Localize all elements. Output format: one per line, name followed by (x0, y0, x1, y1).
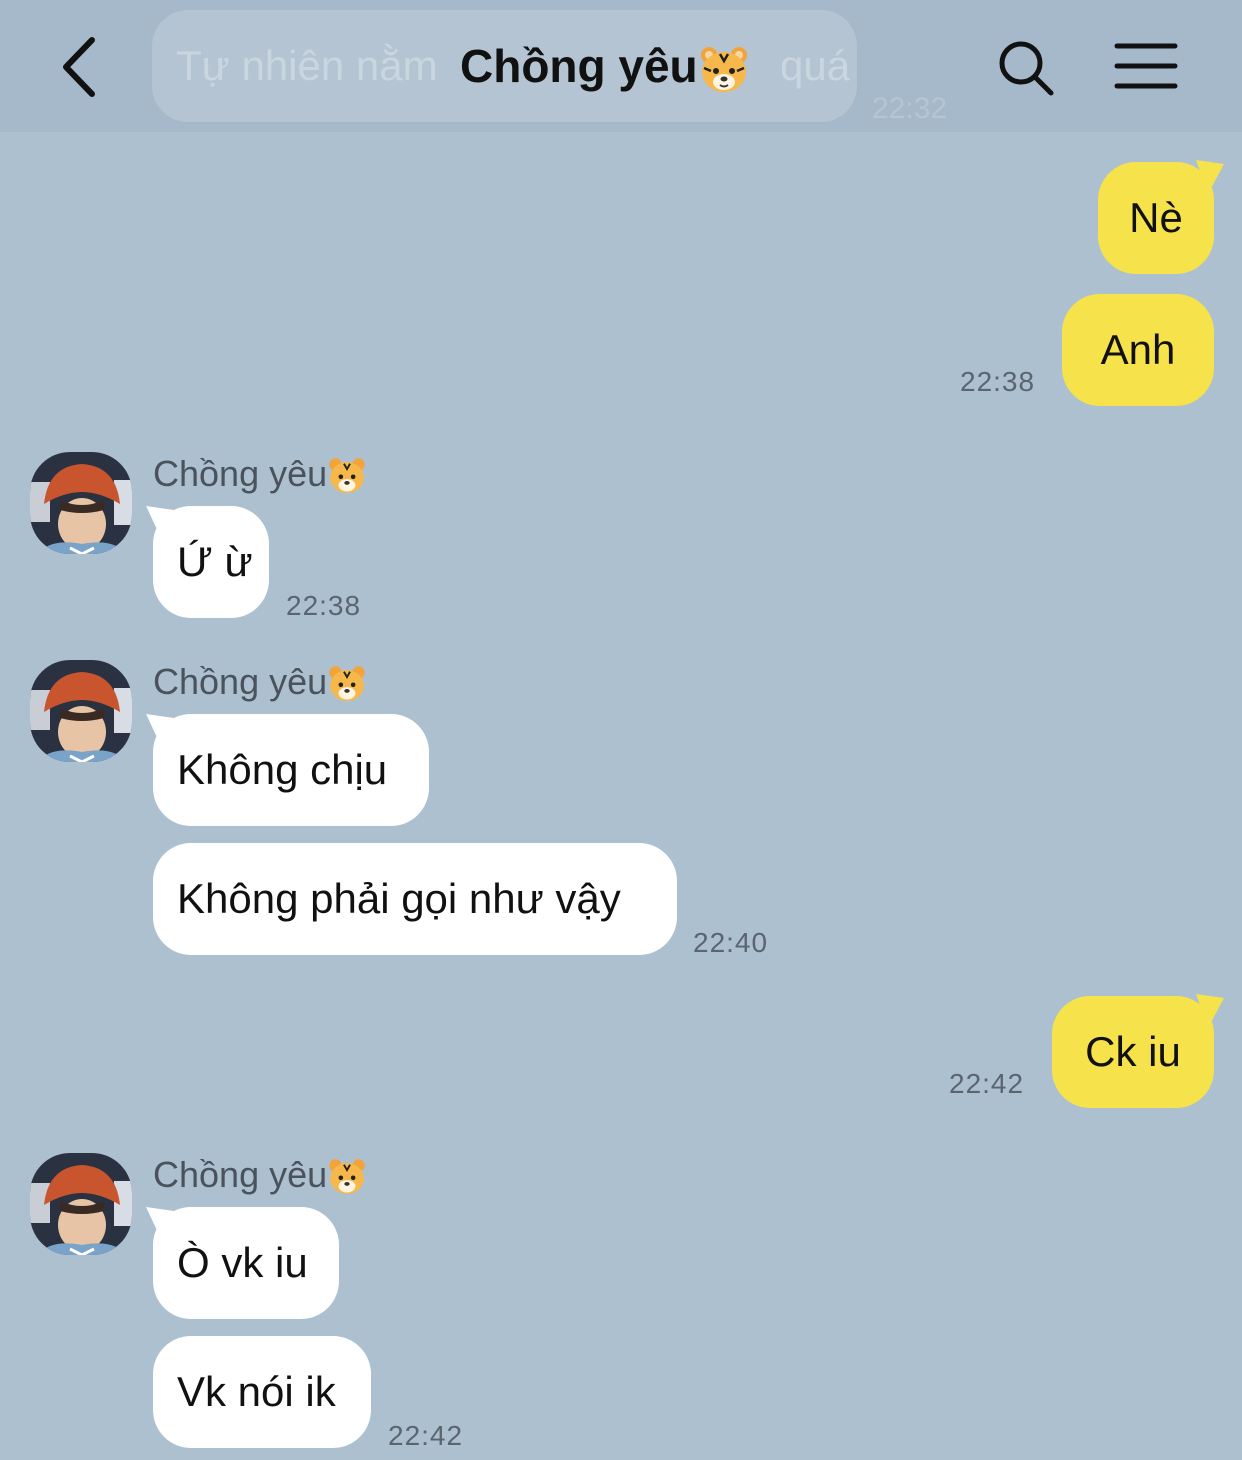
their-message-bubble[interactable]: Ứ ừ (153, 506, 269, 618)
their-message-bubble[interactable]: Không chịu (153, 714, 429, 826)
bubble-tail (1196, 994, 1224, 1028)
sender-name: Chồng yêu (153, 1153, 367, 1197)
chevron-left-icon[interactable] (58, 36, 102, 98)
chat-title-text: Chồng yêu (460, 40, 698, 92)
tiger-face-icon (700, 46, 747, 92)
sender-name-text: Chồng yêu (153, 661, 328, 702)
bubble-tail (1196, 160, 1224, 194)
hamburger-menu-icon[interactable] (1114, 42, 1178, 90)
contact-avatar[interactable] (30, 660, 132, 762)
avatar-image (30, 1153, 132, 1255)
preview-time: 22:32 (872, 92, 948, 125)
message-time: 22:38 (960, 366, 1036, 397)
message-time: 22:42 (949, 1068, 1025, 1099)
their-message-bubble[interactable]: Không phải gọi như vậy (153, 843, 677, 955)
tiger-face-icon (329, 458, 365, 494)
message-time: 22:42 (388, 1420, 464, 1451)
search-icon[interactable] (996, 38, 1056, 98)
sender-name-text: Chồng yêu (153, 1154, 328, 1195)
their-message-bubble[interactable]: Vk nói ik (153, 1336, 371, 1448)
sender-name: Chồng yêu (153, 660, 367, 704)
preview-text: Tự nhiên nằm (176, 42, 438, 89)
contact-avatar[interactable] (30, 1153, 132, 1255)
message-time: 22:38 (286, 590, 362, 621)
avatar-image (30, 452, 132, 554)
my-message-bubble[interactable]: Ck iu (1052, 996, 1214, 1108)
tiger-face-icon (329, 666, 365, 702)
chat-header: Tự nhiên nằm quá 22:32 Chồng yêu (0, 0, 1242, 132)
chat-title: Chồng yêu (460, 38, 750, 96)
my-message-bubble[interactable]: Anh (1062, 294, 1214, 406)
avatar-image (30, 660, 132, 762)
tiger-face-icon (329, 1159, 365, 1195)
preview-text-tail: quá (780, 42, 851, 89)
sender-name: Chồng yêu (153, 452, 367, 496)
their-message-bubble[interactable]: Ò vk iu (153, 1207, 339, 1319)
message-time: 22:40 (693, 927, 769, 958)
contact-avatar[interactable] (30, 452, 132, 554)
sender-name-text: Chồng yêu (153, 453, 328, 494)
